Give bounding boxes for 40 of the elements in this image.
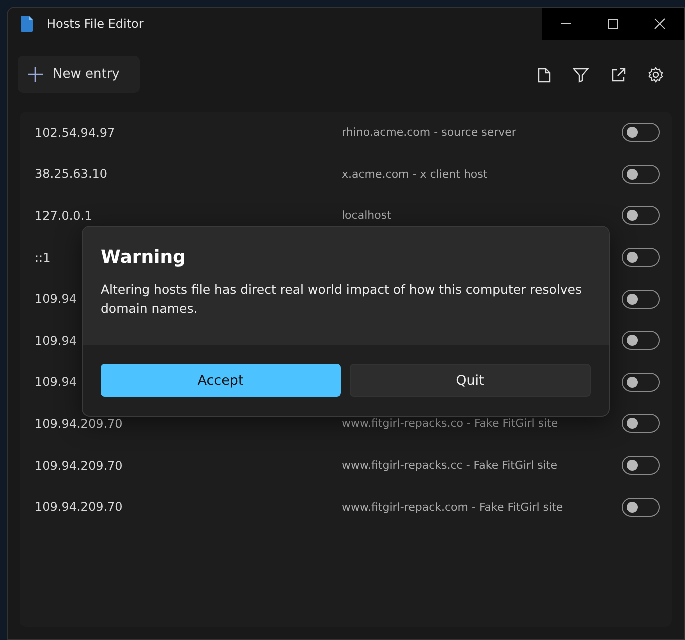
toggle-switch[interactable] — [622, 290, 660, 309]
host-name: rhino.acme.com - source server — [342, 126, 516, 140]
filter-icon[interactable] — [573, 68, 589, 82]
toggle-switch[interactable] — [622, 248, 660, 268]
host-name: www.fitgirl-repack.com - Fake FitGirl site — [342, 500, 564, 514]
host-name: www.fitgirl-repacks.cc - Fake FitGirl site — [342, 459, 558, 472]
new-entry-button[interactable]: New entry — [18, 56, 140, 92]
quit-button[interactable]: Quit — [350, 364, 591, 397]
toggle-switch[interactable] — [622, 372, 660, 392]
toggle-switch[interactable] — [622, 206, 660, 226]
ip-address: 109.94 — [35, 292, 77, 306]
document-icon — [21, 16, 33, 32]
host-name: www.fitgirl-repacks.co - Fake FitGirl site — [342, 417, 558, 430]
toggle-switch[interactable] — [622, 498, 660, 517]
plus-icon — [28, 66, 43, 82]
toggle-switch[interactable] — [622, 456, 660, 476]
window-title: Hosts File Editor — [47, 17, 144, 31]
ip-address: 102.54.94.97 — [35, 126, 116, 140]
ip-address: 109.94 — [35, 375, 77, 390]
toggle-switch[interactable] — [622, 164, 660, 184]
dialog-message: Altering hosts file has direct real world impact of how this computer resolves domain names. — [101, 281, 583, 318]
settings-icon[interactable] — [648, 67, 664, 83]
dialog-title: Warning — [101, 247, 187, 268]
file-icon[interactable] — [538, 68, 551, 82]
close-icon[interactable] — [654, 18, 666, 30]
toggle-switch[interactable] — [622, 414, 660, 434]
maximize-icon[interactable] — [606, 18, 619, 30]
host-name: x.acme.com - x client host — [342, 168, 488, 181]
toggle-switch[interactable] — [622, 331, 660, 350]
ip-address: 127.0.0.1 — [35, 208, 92, 223]
ip-address: 109.94.209.70 — [35, 416, 123, 431]
ip-address: 109.94.209.70 — [35, 500, 123, 514]
host-name: localhost — [342, 209, 392, 222]
ip-address: 109.94.209.70 — [35, 458, 123, 473]
accept-button[interactable]: Accept — [101, 364, 340, 397]
toggle-switch[interactable] — [622, 123, 660, 142]
ip-address: 38.25.63.10 — [35, 167, 108, 182]
open-external-icon[interactable] — [611, 68, 626, 82]
ip-address: 109.94 — [35, 334, 77, 348]
ip-address: ::1 — [35, 250, 51, 265]
